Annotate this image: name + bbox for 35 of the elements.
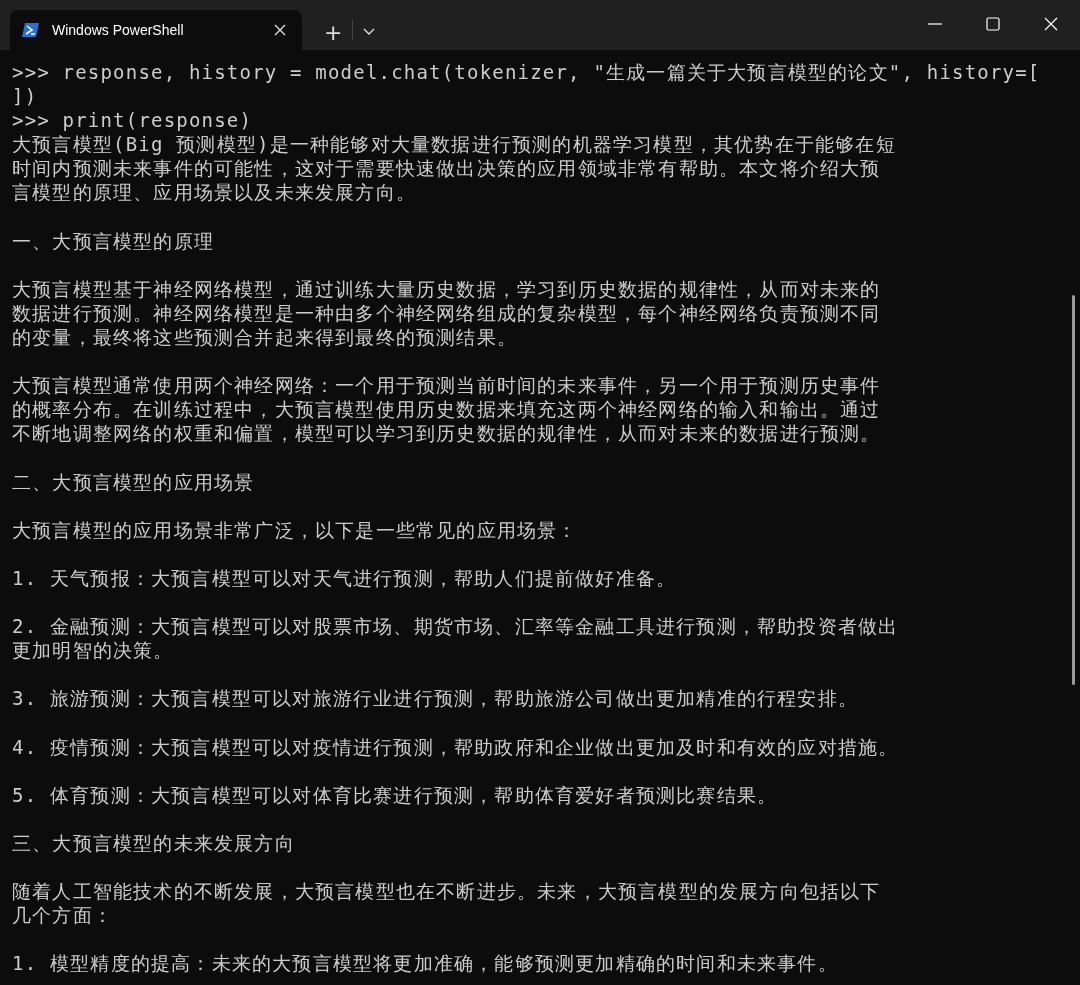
console-line: 的变量，最终将这些预测合并起来得到最终的预测结果。 — [12, 325, 517, 350]
console-line: 更加明智的决策。 — [12, 638, 174, 663]
console-line: 大预言模型(Big 预测模型)是一种能够对大量数据进行预测的机器学习模型，其优势在于能够在短 — [12, 132, 896, 157]
console-line: 数据进行预测。神经网络模型是一种由多个神经网络组成的复杂模型，每个神经网络负责预测不同 — [12, 300, 881, 326]
console-line: 二、大预言模型的应用场景 — [12, 469, 255, 494]
console-line: 一、大预言模型的原理 — [12, 228, 214, 253]
console-line: 4. 疫情预测：大预言模型可以对疫情进行预测，帮助政府和企业做出更加及时和有效的应对措施。 — [12, 734, 899, 759]
minimize-icon — [928, 23, 942, 25]
powershell-icon — [22, 22, 40, 38]
console-line: 不断地调整网络的权重和偏置，模型可以学习到历史数据的规律性，从而对未来的数据进行预测。 — [12, 421, 881, 446]
close-icon — [274, 24, 286, 36]
console-line: >>> response, history = model.chat(tokenizer, "生成一篇关于大预言模型的论文", history=[ — [12, 60, 1041, 85]
console-line: 大预言模型通常使用两个神经网络：一个用于预测当前时间的未来事件，另一个用于预测历史事件 — [12, 373, 881, 398]
chevron-down-icon — [363, 28, 376, 36]
console-line: 时间内预测未来事件的可能性，这对于需要快速做出决策的应用领域非常有帮助。本文将介绍大预 — [12, 156, 881, 181]
maximize-icon — [986, 17, 1000, 31]
console-line: 几个方面： — [12, 903, 113, 928]
close-icon — [1044, 17, 1058, 31]
console-line: >>> print(response) — [12, 108, 253, 133]
console-line: 三、大预言模型的未来发展方向 — [12, 831, 295, 856]
console-line: 1. 模型精度的提高：未来的大预言模型将更加准确，能够预测更加精确的时间和未来事件。 — [12, 951, 838, 976]
console-line: ]) — [12, 84, 38, 109]
console-line: 大预言模型的应用场景非常广泛，以下是一些常见的应用场景： — [12, 517, 578, 542]
console-line: 3. 旅游预测：大预言模型可以对旅游行业进行预测，帮助旅游公司做出更加精准的行程安排。 — [12, 686, 858, 711]
console-line: 随着人工智能技术的不断发展，大预言模型也在不断进步。未来，大预言模型的发展方向包括以下 — [12, 879, 881, 904]
scrollbar-thumb[interactable] — [1072, 295, 1075, 685]
console-line: 5. 体育预测：大预言模型可以对体育比赛进行预测，帮助体育爱好者预测比赛结果。 — [12, 782, 778, 807]
terminal-tab[interactable]: Windows PowerShell — [10, 10, 302, 50]
console-line: 的概率分布。在训练过程中，大预言模型使用历史数据来填充这两个神经网络的输入和输出。通过 — [12, 397, 881, 422]
tab-title: Windows PowerShell — [52, 22, 185, 38]
console-line: 1. 天气预报：大预言模型可以对天气进行预测，帮助人们提前做好准备。 — [12, 565, 677, 591]
console-line: 言模型的原理、应用场景以及未来发展方向。 — [12, 180, 416, 205]
new-tab-button[interactable]: + — [314, 14, 353, 50]
console-line: 大预言模型基于神经网络模型，通过训练大量历史数据，学习到历史数据的规律性，从而对未来的 — [12, 276, 881, 301]
console-line: 2. 金融预测：大预言模型可以对股票市场、期货市场、汇率等金融工具进行预测，帮助投资者做出 — [12, 614, 899, 639]
